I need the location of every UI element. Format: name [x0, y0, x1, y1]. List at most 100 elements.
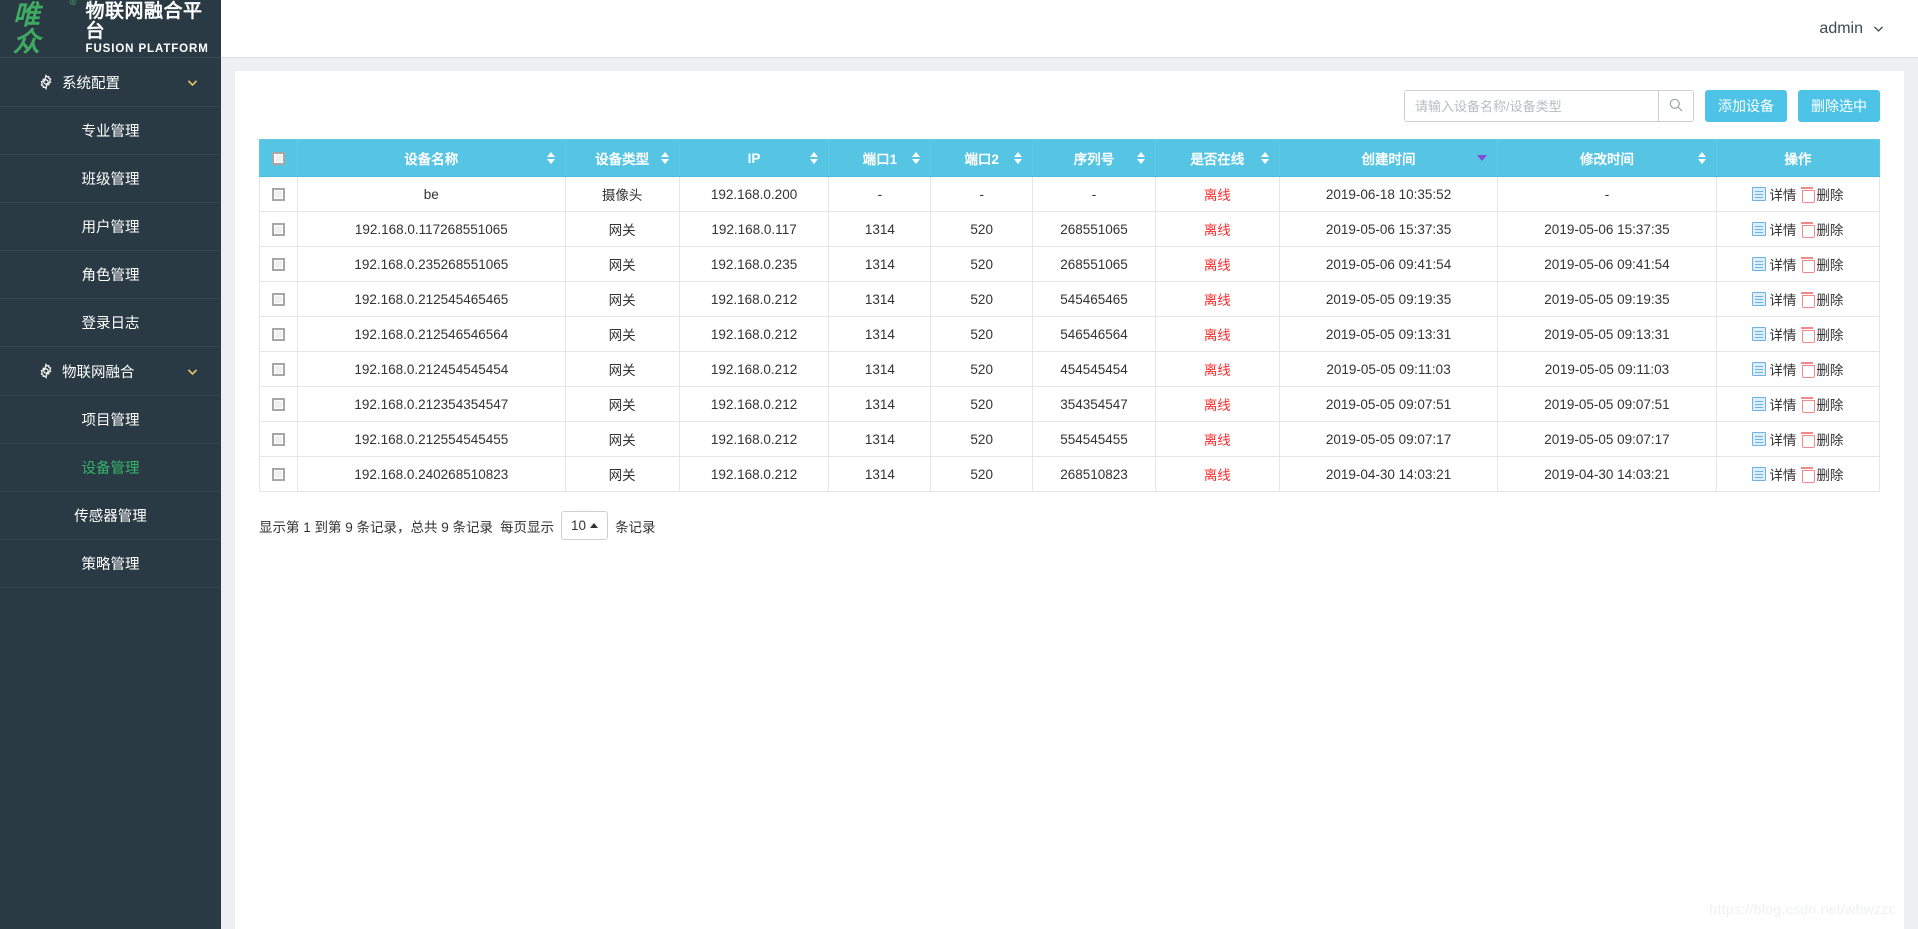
table-row[interactable]: 192.168.0.235268551065 网关 192.168.0.235 131… — [258, 246, 1881, 282]
page-size-selector[interactable]: 10 — [561, 511, 609, 540]
row-select-cell[interactable] — [258, 456, 299, 492]
row-checkbox[interactable] — [272, 328, 286, 342]
delete-button[interactable]: 删除 — [1801, 324, 1843, 344]
delete-button[interactable]: 删除 — [1801, 429, 1843, 449]
search-box[interactable] — [1404, 90, 1694, 122]
table-row[interactable]: 192.168.0.212545465465 网关 192.168.0.212 131… — [258, 281, 1881, 317]
row-checkbox[interactable] — [272, 188, 286, 202]
brand-logo[interactable]: 唯众 ® 物联网融合平台 FUSION PLATFORM — [0, 0, 221, 58]
row-select-cell[interactable] — [258, 421, 299, 457]
detail-button[interactable]: 详情 — [1752, 289, 1796, 309]
row-checkbox[interactable] — [272, 223, 286, 237]
delete-button[interactable]: 删除 — [1801, 254, 1843, 274]
cell-port1: 1314 — [828, 351, 932, 387]
delete-selected-button[interactable]: 删除选中 — [1798, 90, 1880, 122]
sort-icon — [1014, 152, 1023, 164]
table-row[interactable]: 192.168.0.212554545455 网关 192.168.0.212 131… — [258, 421, 1881, 457]
search-input[interactable] — [1405, 91, 1658, 121]
cell-actions: 详情 删除 — [1715, 351, 1881, 387]
sidebar-item-login-log[interactable]: 登录日志 — [0, 299, 221, 347]
cell-port1: 1314 — [828, 246, 932, 282]
header-updated-time[interactable]: 修改时间 — [1497, 139, 1717, 177]
sidebar-group-system-config[interactable]: 系统配置 — [0, 58, 221, 107]
detail-button[interactable]: 详情 — [1752, 429, 1796, 449]
row-select-cell[interactable] — [258, 281, 299, 317]
header-select-all[interactable] — [258, 139, 299, 177]
detail-label: 详情 — [1769, 398, 1797, 413]
cell-device-name: 192.168.0.235268551065 — [297, 246, 566, 282]
detail-label: 详情 — [1769, 223, 1797, 238]
row-checkbox[interactable] — [272, 258, 286, 272]
detail-button[interactable]: 详情 — [1752, 359, 1796, 379]
sidebar-item-label: 策略管理 — [81, 557, 140, 573]
delete-button[interactable]: 删除 — [1801, 289, 1843, 309]
sort-icon — [1136, 152, 1145, 164]
delete-button[interactable]: 删除 — [1801, 219, 1843, 239]
table-row[interactable]: 192.168.0.117268551065 网关 192.168.0.117 131… — [258, 211, 1881, 247]
row-checkbox[interactable] — [272, 293, 286, 307]
row-select-cell[interactable] — [258, 351, 299, 387]
cell-created-time: 2019-05-05 09:11:03 — [1278, 351, 1499, 387]
sidebar-item-user-mgmt[interactable]: 用户管理 — [0, 203, 221, 251]
header-online[interactable]: 是否在线 — [1154, 139, 1280, 177]
user-menu[interactable]: admin — [1819, 20, 1885, 38]
sidebar-item-sensor-mgmt[interactable]: 传感器管理 — [0, 492, 221, 540]
header-serial[interactable]: 序列号 — [1032, 139, 1156, 177]
header-device-name[interactable]: 设备名称 — [297, 139, 566, 177]
select-all-checkbox[interactable] — [272, 152, 286, 166]
delete-button[interactable]: 删除 — [1801, 184, 1843, 204]
trash-icon — [1801, 362, 1815, 378]
header-port1[interactable]: 端口1 — [828, 139, 932, 177]
detail-button[interactable]: 详情 — [1752, 219, 1796, 239]
sidebar-item-project-mgmt[interactable]: 项目管理 — [0, 396, 221, 444]
row-checkbox[interactable] — [272, 363, 286, 377]
sidebar-item-major-mgmt[interactable]: 专业管理 — [0, 107, 221, 155]
sort-icon — [1260, 152, 1269, 164]
detail-button[interactable]: 详情 — [1752, 184, 1796, 204]
detail-button[interactable]: 详情 — [1752, 254, 1796, 274]
user-name-label: admin — [1819, 19, 1863, 37]
header-device-type[interactable]: 设备类型 — [564, 139, 680, 177]
table-row[interactable]: 192.168.0.212354354547 网关 192.168.0.212 131… — [258, 386, 1881, 422]
sidebar-group-iot-fusion[interactable]: 物联网融合 — [0, 347, 221, 396]
row-checkbox[interactable] — [272, 433, 286, 447]
cell-updated-time: 2019-05-05 09:13:31 — [1497, 316, 1717, 352]
document-icon — [1752, 222, 1767, 236]
row-select-cell[interactable] — [258, 316, 299, 352]
table-row[interactable]: 192.168.0.212454545454 网关 192.168.0.212 131… — [258, 351, 1881, 387]
sidebar-nav: 系统配置 专业管理 班级管理 用户管理 角色管理 登录日志 物联网融合 项目管理… — [0, 58, 221, 929]
cell-ip: 192.168.0.117 — [678, 211, 830, 247]
detail-button[interactable]: 详情 — [1752, 324, 1796, 344]
row-select-cell[interactable] — [258, 176, 299, 212]
add-device-button[interactable]: 添加设备 — [1705, 90, 1787, 122]
table-row[interactable]: 192.168.0.212546546564 网关 192.168.0.212 131… — [258, 316, 1881, 352]
row-select-cell[interactable] — [258, 211, 299, 247]
row-select-cell[interactable] — [258, 246, 299, 282]
search-button[interactable] — [1658, 91, 1693, 121]
delete-label: 删除 — [1816, 188, 1844, 203]
detail-button[interactable]: 详情 — [1752, 464, 1796, 484]
sidebar-item-device-mgmt[interactable]: 设备管理 — [0, 444, 221, 492]
cell-serial: - — [1032, 176, 1156, 212]
row-select-cell[interactable] — [258, 386, 299, 422]
cell-created-time: 2019-05-05 09:07:17 — [1278, 421, 1499, 457]
row-checkbox[interactable] — [272, 398, 286, 412]
chevron-down-icon — [186, 365, 199, 378]
header-port2[interactable]: 端口2 — [930, 139, 1034, 177]
cell-device-name: 192.168.0.212454545454 — [297, 351, 566, 387]
header-created-time[interactable]: 创建时间 — [1278, 139, 1499, 177]
page-size-label: 每页显示 — [500, 519, 555, 535]
sidebar-item-role-mgmt[interactable]: 角色管理 — [0, 251, 221, 299]
table-row[interactable]: be 摄像头 192.168.0.200- - - 离线 2019-06-18 10:35:… — [258, 176, 1881, 212]
cell-online-status: 离线 — [1154, 456, 1280, 492]
delete-button[interactable]: 删除 — [1801, 464, 1843, 484]
delete-button[interactable]: 删除 — [1801, 394, 1843, 414]
sidebar-item-strategy-mgmt[interactable]: 策略管理 — [0, 540, 221, 588]
table-row[interactable]: 192.168.0.240268510823 网关 192.168.0.212 131… — [258, 456, 1881, 492]
sidebar-item-class-mgmt[interactable]: 班级管理 — [0, 155, 221, 203]
cell-created-time: 2019-05-05 09:19:35 — [1278, 281, 1499, 317]
delete-button[interactable]: 删除 — [1801, 359, 1843, 379]
row-checkbox[interactable] — [272, 468, 286, 482]
detail-button[interactable]: 详情 — [1752, 394, 1796, 414]
header-ip[interactable]: IP — [678, 139, 830, 177]
